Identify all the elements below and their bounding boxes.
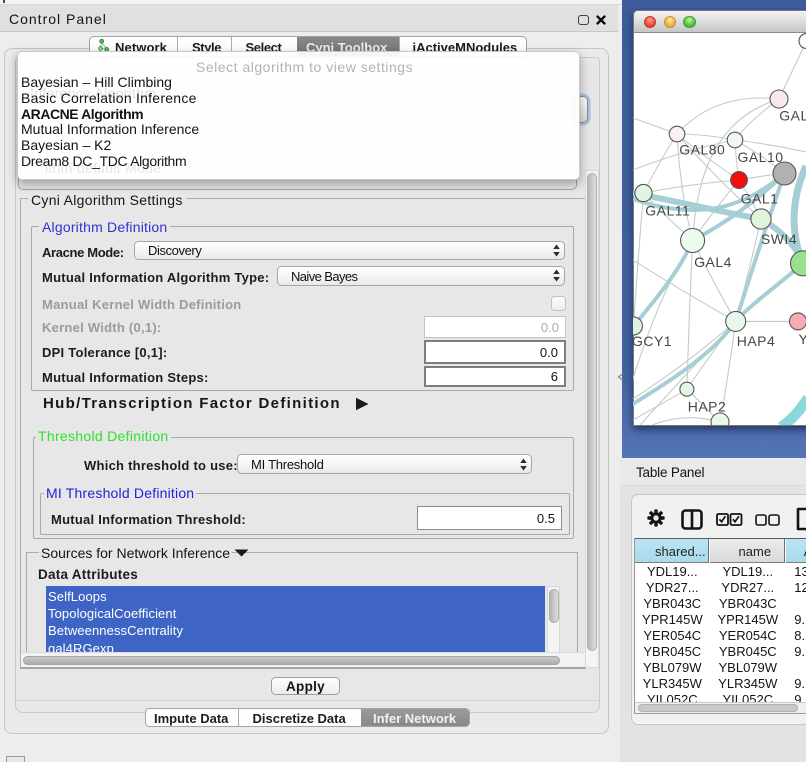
svg-text:GAL7: GAL7 <box>779 107 806 123</box>
svg-text:GAL10: GAL10 <box>737 149 783 165</box>
svg-text:GAL1: GAL1 <box>741 191 779 207</box>
svg-text:HAP2: HAP2 <box>688 398 727 414</box>
svg-text:GAL4: GAL4 <box>694 254 732 270</box>
svg-text:YJL: YJL <box>799 331 806 347</box>
svg-text:GAL80: GAL80 <box>679 142 725 158</box>
svg-text:GCY1: GCY1 <box>633 333 672 349</box>
svg-text:GAL11: GAL11 <box>645 202 690 218</box>
svg-text:HAP4: HAP4 <box>737 333 776 349</box>
svg-text:SWI4: SWI4 <box>761 231 797 247</box>
